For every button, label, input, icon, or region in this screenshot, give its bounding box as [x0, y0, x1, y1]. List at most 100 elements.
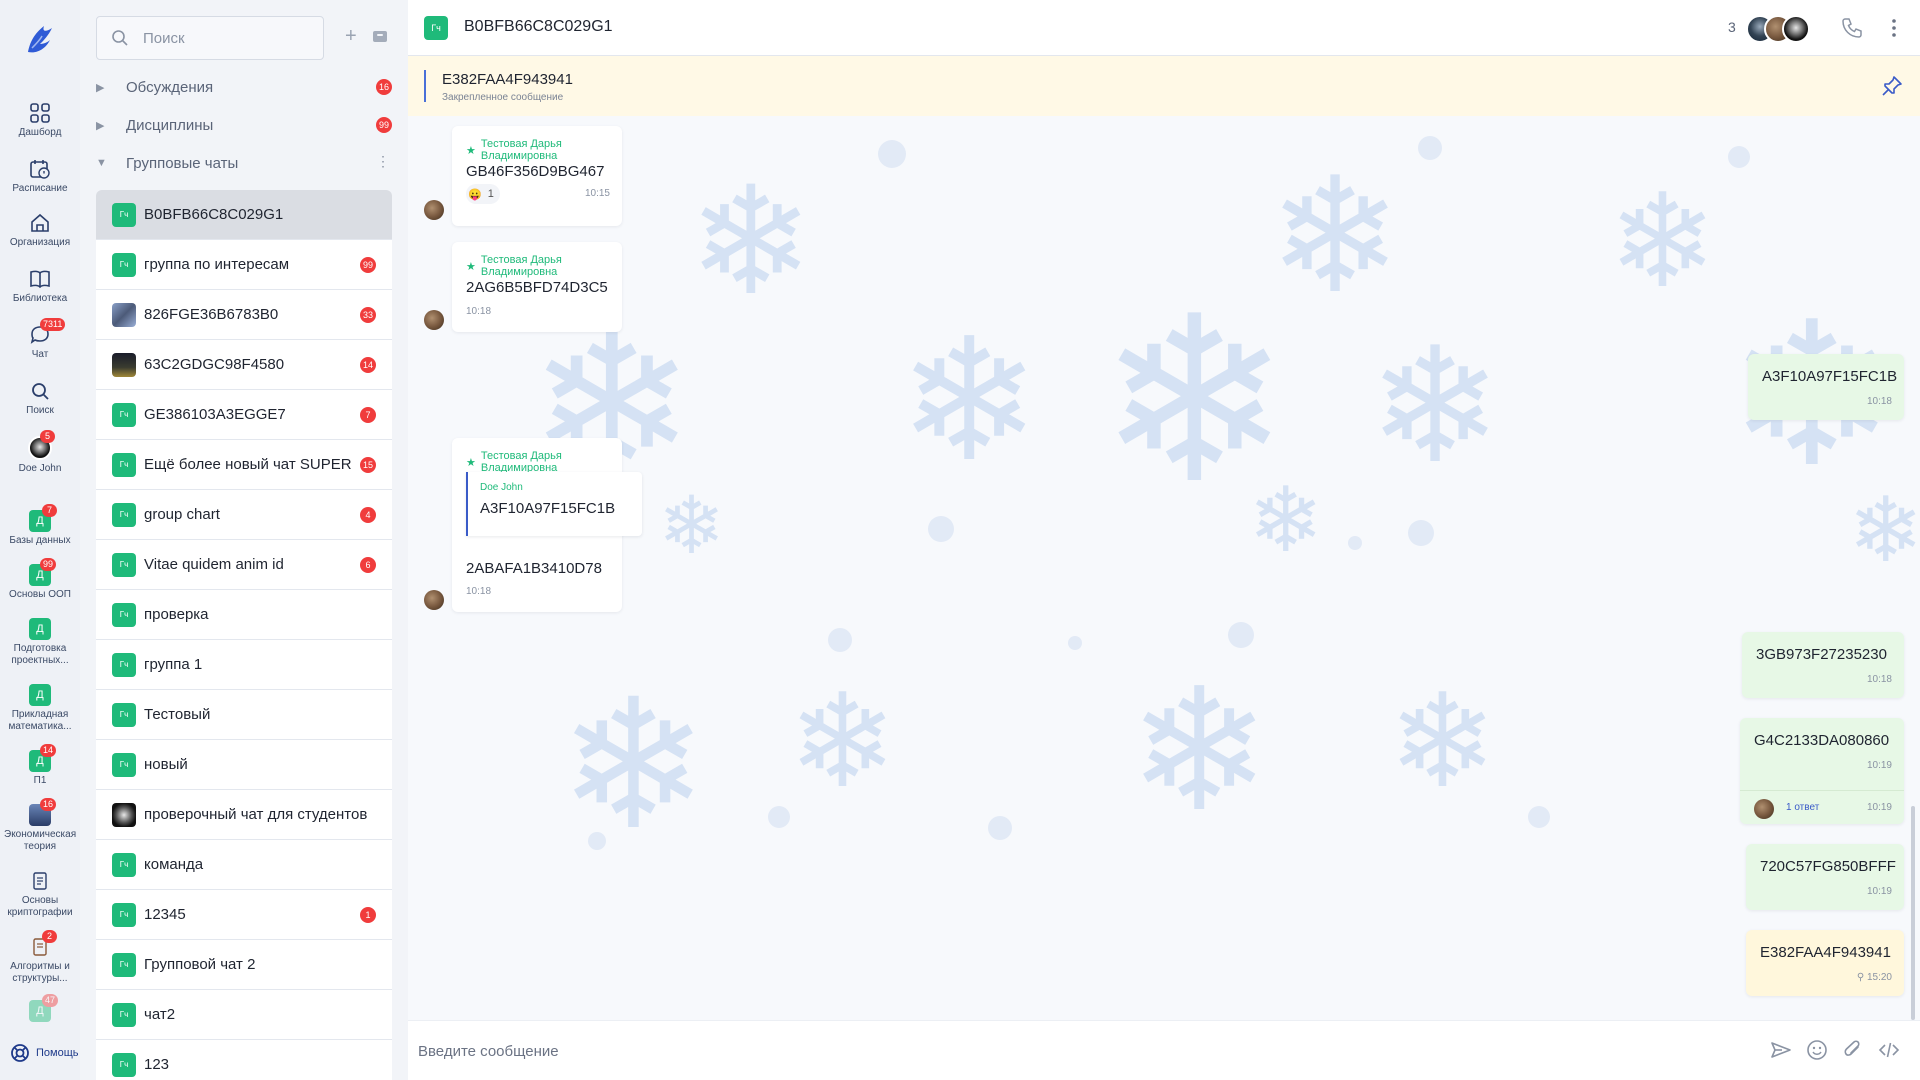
message-author[interactable]: ★ Тестовая Дарья Владимировна — [466, 254, 622, 278]
message-outgoing[interactable]: A3F10A97F15FC1B 10:18 — [1748, 354, 1904, 420]
more-vertical-icon[interactable] — [1882, 16, 1906, 40]
rail-item-library[interactable]: Библиотека — [0, 268, 80, 305]
members-count[interactable]: 3 — [1728, 19, 1736, 35]
chat-avatar: Гч — [112, 702, 136, 727]
code-icon[interactable] — [1878, 1039, 1900, 1061]
chat-item[interactable]: Гч Ещё более новый чат SUPER 15 — [96, 440, 392, 490]
message-author[interactable]: ★ Тестовая Дарья Владимировна — [466, 138, 622, 162]
chevron-right-icon: ▶ — [96, 119, 105, 132]
chat-avatar: Гч — [112, 552, 136, 577]
chat-item[interactable]: Гч Тестовый — [96, 690, 392, 740]
message-outgoing[interactable]: G4C2133DA080860 10:19 1 ответ 10:19 — [1740, 718, 1904, 824]
chat-avatar: Гч — [112, 452, 136, 477]
message-incoming[interactable]: ★ Тестовая Дарья Владимировна 2AG6B5BFD74… — [452, 242, 622, 332]
chat-avatar: Гч — [112, 602, 136, 627]
message-text: 2AG6B5BFD74D3C5 — [466, 279, 608, 296]
chat-item[interactable]: 63C2GDGC98F4580 14 — [96, 340, 392, 390]
rail-item-course[interactable]: 2 Алгоритмы и структуры... — [0, 930, 80, 985]
snow-dot — [588, 832, 606, 850]
chat-name: группа по интересам — [144, 256, 290, 273]
scrollbar[interactable] — [1911, 806, 1915, 1020]
chat-item[interactable]: Гч group chart 4 — [96, 490, 392, 540]
search-input[interactable] — [143, 29, 293, 47]
chat-item[interactable]: Гч чат2 — [96, 990, 392, 1040]
rail-item-course[interactable]: Д Прикладная математика... — [0, 684, 80, 733]
member-avatar[interactable] — [1782, 15, 1810, 43]
pinned-message-bar[interactable]: E382FAA4F943941 Закрепленное сообщение — [408, 56, 1920, 116]
rail-item-schedule[interactable]: Расписание — [0, 158, 80, 195]
unread-badge: 99 — [40, 558, 57, 571]
section-discussions[interactable]: ▶ Обсуждения 16 — [96, 74, 392, 100]
rail-item-course[interactable]: Д 7 Базы данных — [0, 504, 80, 547]
rail-label: Организация — [9, 237, 71, 248]
app-logo[interactable] — [22, 18, 58, 58]
section-group-chats[interactable]: ▼ Групповые чаты ⋮ — [96, 150, 392, 176]
rail-item-course[interactable]: Д 14 П1 — [0, 744, 80, 787]
author-name: Тестовая Дарья Владимировна — [480, 254, 562, 278]
reply-count[interactable]: 1 ответ — [1786, 802, 1819, 813]
phone-icon[interactable] — [1840, 16, 1864, 40]
message-time: 10:18 — [466, 306, 492, 317]
chat-name: проверочный чат для студентов — [144, 806, 368, 823]
rail-item-course[interactable]: Д 47 — [0, 994, 80, 1025]
snowflake-decoration: ❄ — [898, 306, 1041, 496]
rail-item-course[interactable]: Д Подготовка проектных... — [0, 618, 80, 667]
rail-item-course[interactable]: Основы криптографии — [0, 870, 80, 919]
sender-avatar[interactable] — [424, 310, 444, 330]
chat-title[interactable]: B0BFB66C8C029G1 — [464, 18, 613, 36]
snowflake-decoration: ❄ — [1848, 481, 1920, 581]
rail-item-course[interactable]: 16 Экономическая теория — [0, 798, 80, 853]
new-chat-button[interactable]: + — [345, 26, 357, 46]
rail-item-course[interactable]: Д 99 Основы ООП — [0, 558, 80, 601]
chat-name: 63C2GDGC98F4580 — [144, 356, 285, 373]
search-icon — [32, 383, 49, 400]
chat-item[interactable]: Гч B0BFB66C8C029G1 — [96, 190, 392, 240]
thread-replies[interactable]: 1 ответ 10:19 — [1740, 790, 1904, 824]
snow-dot — [878, 140, 906, 168]
message-feed[interactable]: ❄ ❄ ❄ ❄ ❄ ❄ ❄ ❄ ❄ ❄ ❄ ❄ ❄ ❄ ❄ ★Тестовая … — [408, 116, 1920, 1020]
message-outgoing[interactable]: 720C57FG850BFFF 10:19 — [1746, 844, 1904, 910]
message-incoming[interactable]: ★ Тестовая Дарья Владимировна Doe John A3… — [452, 438, 642, 612]
rail-label: Экономическая теория — [4, 829, 77, 852]
chat-item[interactable]: Гч GE386103A3EGGE7 7 — [96, 390, 392, 440]
rail-item-chat[interactable]: 7311 Чат — [0, 318, 80, 361]
reaction-chip[interactable]: 😛 1 — [466, 184, 500, 204]
message-text: E382FAA4F943941 — [1760, 944, 1891, 961]
archive-icon[interactable] — [372, 28, 388, 44]
chat-item[interactable]: Гч Групповой чат 2 — [96, 940, 392, 990]
chat-item[interactable]: проверочный чат для студентов — [96, 790, 392, 840]
pin-icon[interactable] — [1880, 74, 1904, 98]
message-pinned[interactable]: E382FAA4F943941 ⚲ 15:20 — [1746, 930, 1904, 996]
sender-avatar[interactable] — [424, 200, 444, 220]
chat-item[interactable]: Гч Vitae quidem anim id 6 — [96, 540, 392, 590]
chat-item[interactable]: Гч 123 — [96, 1040, 392, 1080]
chat-item[interactable]: Гч группа по интересам 99 — [96, 240, 392, 290]
paperclip-icon[interactable] — [1842, 1039, 1864, 1061]
help-button[interactable]: Помощь — [10, 1043, 79, 1063]
message-outgoing[interactable]: 3GB973F27235230 10:18 — [1742, 632, 1904, 698]
section-label: Групповые чаты — [126, 154, 239, 172]
quoted-message[interactable]: Doe John A3F10A97F15FC1B — [466, 472, 642, 536]
search-box[interactable] — [96, 16, 324, 60]
send-icon[interactable] — [1770, 1039, 1792, 1061]
chat-item[interactable]: 826FGE36B6783B0 33 — [96, 290, 392, 340]
chat-avatar: Гч — [112, 852, 136, 877]
rail-item-organization[interactable]: Организация — [0, 212, 80, 249]
rail-label: Основы криптографии — [7, 895, 73, 918]
chat-item[interactable]: Гч 12345 1 — [96, 890, 392, 940]
more-icon[interactable]: ⋮ — [376, 153, 390, 170]
chat-item[interactable]: Гч команда — [96, 840, 392, 890]
chat-item[interactable]: Гч группа 1 — [96, 640, 392, 690]
chat-item[interactable]: Гч проверка — [96, 590, 392, 640]
rail-item-dashboard[interactable]: Дашборд — [0, 102, 80, 139]
rail-item-search[interactable]: Поиск — [0, 380, 80, 417]
chat-item[interactable]: Гч новый — [96, 740, 392, 790]
rail-item-profile[interactable]: 5 Doe John — [0, 430, 80, 475]
chat-list-panel: + ▶ Обсуждения 16 ▶ Дисциплины 99 ▼ Груп… — [80, 0, 408, 1080]
emoji-icon[interactable] — [1806, 1039, 1828, 1061]
sender-avatar[interactable] — [424, 590, 444, 610]
section-disciplines[interactable]: ▶ Дисциплины 99 — [96, 112, 392, 138]
message-input[interactable] — [418, 1039, 1658, 1063]
message-incoming[interactable]: ★ Тестовая Дарья Владимировна GB46F356D9B… — [452, 126, 622, 226]
message-author[interactable]: ★ Тестовая Дарья Владимировна — [466, 450, 622, 474]
